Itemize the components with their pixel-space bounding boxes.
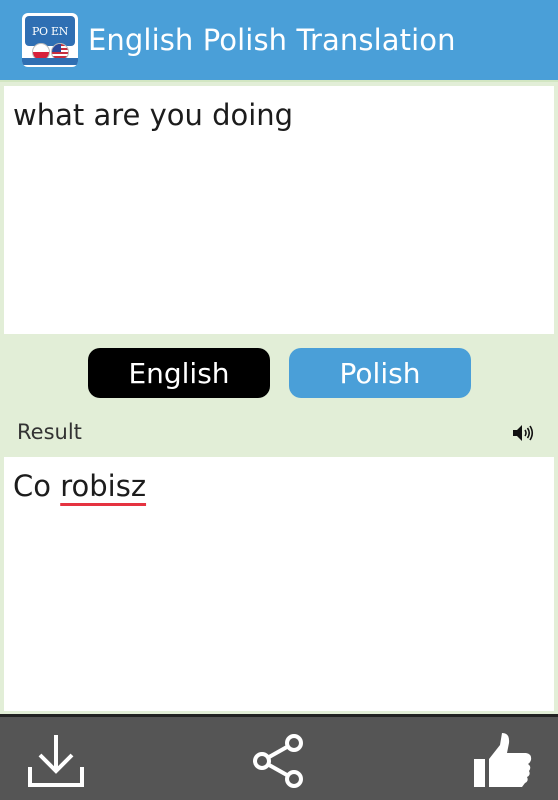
app-logo: PO EN [22,13,78,67]
source-language-button[interactable]: English [88,348,270,398]
speaker-icon[interactable] [512,424,534,442]
app-bar: PO EN English Polish Translation [0,0,558,82]
target-language-button[interactable]: Polish [289,348,471,398]
share-icon[interactable] [250,731,310,791]
logo-ribbon [22,58,78,65]
logo-text: PO EN [25,16,75,46]
result-label: Result [17,420,82,444]
bottom-toolbar [0,714,558,800]
app-title: English Polish Translation [88,23,456,57]
result-text-box[interactable]: Co robisz [4,457,554,711]
source-text: what are you doing [13,98,294,132]
result-text: Co robisz [13,469,146,503]
result-text-flagged: robisz [60,469,147,503]
result-text-plain: Co [13,469,61,503]
source-text-input[interactable]: what are you doing [4,86,554,334]
download-icon[interactable] [26,731,86,791]
thumbs-up-icon[interactable] [472,731,534,791]
